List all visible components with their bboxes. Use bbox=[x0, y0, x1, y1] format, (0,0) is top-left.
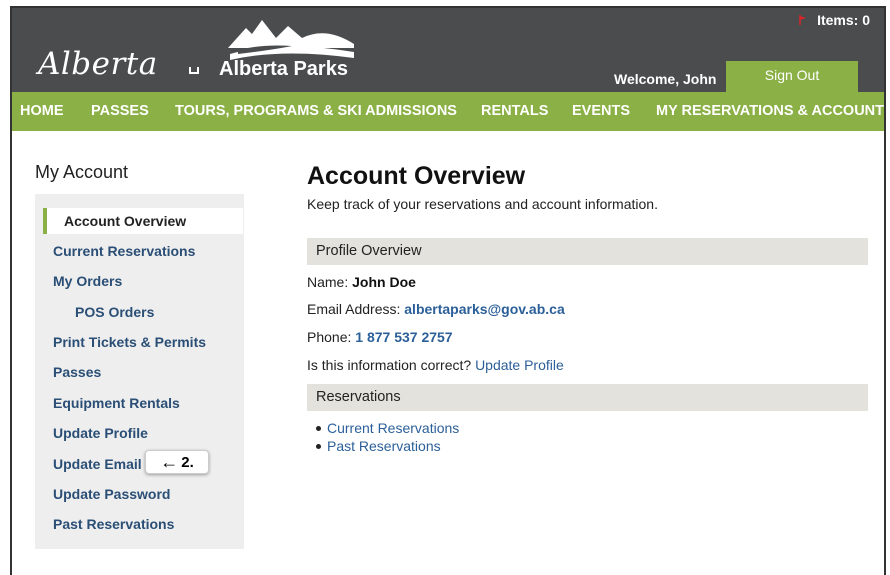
page-title: Account Overview bbox=[307, 162, 526, 190]
profile-overview-header: Profile Overview bbox=[307, 238, 868, 265]
sidebar-item-update-profile[interactable]: Update Profile bbox=[53, 425, 148, 441]
profile-email: Email Address: albertaparks@gov.ab.ca bbox=[307, 301, 565, 317]
sidebar-item-passes[interactable]: Passes bbox=[53, 364, 101, 380]
profile-phone: Phone: 1 877 537 2757 bbox=[307, 329, 453, 345]
sidebar-item-my-orders[interactable]: My Orders bbox=[53, 273, 122, 289]
email-label: Email Address: bbox=[307, 301, 405, 317]
sidebar-item-label: Account Overview bbox=[64, 213, 187, 229]
account-sidebar: Account Overview Current Reservations My… bbox=[35, 194, 244, 549]
profile-confirm: Is this information correct? Update Prof… bbox=[307, 357, 564, 373]
sidebar-item-update-email[interactable]: Update Email bbox=[53, 456, 142, 472]
nav-tours-programs-ski[interactable]: TOURS, PROGRAMS & SKI ADMISSIONS bbox=[175, 103, 457, 119]
update-profile-link[interactable]: Update Profile bbox=[475, 357, 564, 373]
welcome-text: Welcome, John bbox=[614, 71, 717, 87]
phone-link[interactable]: 1 877 537 2757 bbox=[355, 329, 452, 345]
name-value: John Doe bbox=[352, 274, 416, 290]
left-arrow-icon: ← bbox=[160, 452, 179, 472]
alberta-parks-brand[interactable]: Alberta Parks bbox=[219, 58, 348, 81]
profile-name: Name: John Doe bbox=[307, 274, 416, 290]
site-header: Alberta Alberta Parks Items: 0 Welcome, … bbox=[12, 8, 884, 92]
sign-out-button[interactable]: Sign Out bbox=[726, 61, 858, 92]
main-nav: HOME PASSES TOURS, PROGRAMS & SKI ADMISS… bbox=[12, 92, 884, 131]
nav-home[interactable]: HOME bbox=[20, 103, 64, 119]
email-link[interactable]: albertaparks@gov.ab.ca bbox=[404, 301, 564, 317]
sidebar-item-equipment-rentals[interactable]: Equipment Rentals bbox=[53, 395, 180, 411]
cart-indicator[interactable]: Items: 0 bbox=[799, 12, 870, 28]
red-flag-icon bbox=[799, 15, 807, 25]
current-reservations-link[interactable]: Current Reservations bbox=[315, 420, 459, 436]
mountain-logo-icon[interactable] bbox=[222, 14, 358, 60]
sidebar-item-account-overview[interactable]: Account Overview bbox=[43, 208, 243, 234]
alberta-logo-mark-icon bbox=[189, 67, 199, 74]
alberta-logo-text[interactable]: Alberta bbox=[38, 46, 158, 82]
sidebar-item-print-tickets[interactable]: Print Tickets & Permits bbox=[53, 334, 206, 350]
nav-rentals[interactable]: RENTALS bbox=[481, 103, 548, 119]
past-reservations-link[interactable]: Past Reservations bbox=[316, 438, 441, 454]
sidebar-item-past-reservations[interactable]: Past Reservations bbox=[53, 516, 174, 532]
confirm-label: Is this information correct? bbox=[307, 357, 476, 373]
nav-passes[interactable]: PASSES bbox=[91, 103, 149, 119]
sidebar-item-update-password[interactable]: Update Password bbox=[53, 486, 170, 502]
reservations-header: Reservations bbox=[307, 384, 868, 411]
phone-label: Phone: bbox=[307, 329, 356, 345]
sidebar-item-current-reservations[interactable]: Current Reservations bbox=[53, 243, 195, 259]
step-number: 2. bbox=[181, 453, 194, 471]
cart-items-count: Items: 0 bbox=[817, 12, 870, 28]
name-label: Name: bbox=[307, 274, 353, 290]
nav-events[interactable]: EVENTS bbox=[572, 103, 630, 119]
nav-my-reservations-account[interactable]: MY RESERVATIONS & ACCOUNT bbox=[656, 103, 884, 119]
page-subtitle: Keep track of your reservations and acco… bbox=[307, 196, 658, 212]
sidebar-item-pos-orders[interactable]: POS Orders bbox=[75, 304, 154, 320]
browser-page: Alberta Alberta Parks Items: 0 Welcome, … bbox=[10, 6, 886, 575]
step-callout: ← 2. bbox=[145, 450, 209, 474]
sidebar-title: My Account bbox=[35, 162, 129, 182]
